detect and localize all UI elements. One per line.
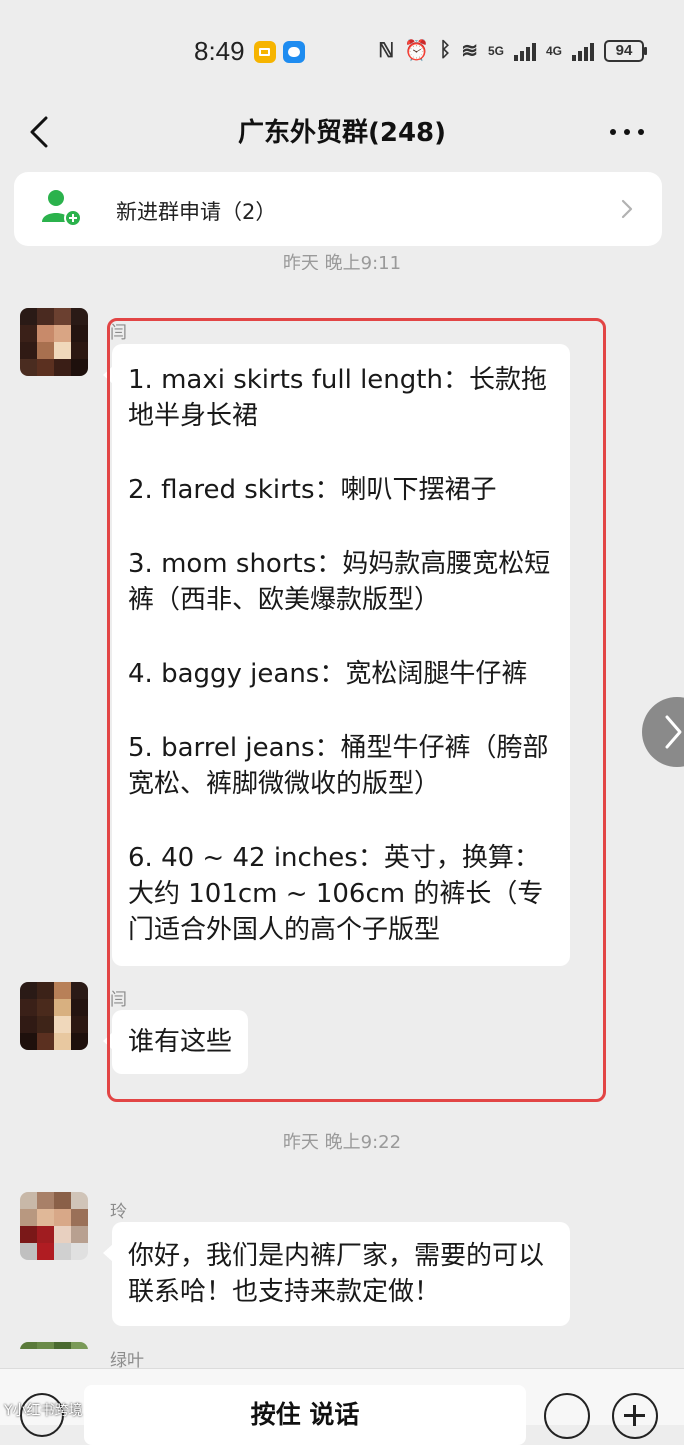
avatar[interactable] (20, 308, 88, 376)
message-text: 你好，我们是内裤厂家，需要的可以联系哈！也支持来款定做！ (128, 1241, 545, 1307)
more-icon[interactable] (610, 120, 644, 144)
message-bubble[interactable]: 你好，我们是内裤厂家，需要的可以联系哈！也支持来款定做！ (103, 1222, 570, 1326)
network-4g-label: 4G (545, 43, 562, 58)
avatar[interactable] (20, 1342, 88, 1368)
emoji-icon[interactable] (544, 1393, 590, 1439)
status-time: 8:49 (194, 36, 245, 66)
join-requests-card[interactable]: 新进群申请（2） (14, 172, 662, 246)
watermark: Y小红书跨境 (4, 1403, 83, 1419)
plus-icon[interactable] (612, 1393, 658, 1439)
chat-title: 广东外贸群(248) (237, 118, 447, 148)
status-bar: 8:49 ℕ ⏰ ᛒ ≋ 5G 4G 94 (0, 0, 684, 100)
signal-4g-icon (572, 41, 594, 61)
signal-5g-icon (513, 41, 536, 61)
highlight-annotation (107, 318, 606, 1102)
join-requests-label: 新进群申请（2） (116, 200, 277, 224)
chevron-right-icon (621, 199, 633, 219)
timestamp-separator: 昨天 晚上9:11 (282, 253, 402, 270)
input-bar: 按住 说话 (0, 1368, 684, 1445)
alarm-icon: ⏰ (404, 40, 430, 62)
system-icons: ℕ ⏰ ᛒ ≋ 5G 4G 94 (378, 38, 647, 63)
chevron-right-icon (665, 715, 682, 749)
sender-name: 玲 (110, 1202, 127, 1222)
hold-to-talk-button[interactable]: 按住 说话 (84, 1385, 526, 1445)
nfc-icon: ℕ (378, 40, 395, 62)
bluetooth-icon: ᛒ (439, 39, 452, 61)
timestamp-separator: 昨天 晚上9:22 (282, 1132, 402, 1153)
avatar[interactable] (20, 1192, 88, 1260)
side-nav-button[interactable] (642, 697, 684, 767)
battery-icon: 94 (604, 39, 647, 62)
wifi-icon: ≋ (461, 40, 478, 62)
avatar[interactable] (20, 982, 88, 1050)
weather-notification-icon (283, 41, 305, 63)
network-5g-label: 5G (487, 43, 504, 58)
add-user-icon (42, 190, 82, 227)
mail-notification-icon (254, 41, 276, 63)
chat-header: 广东外贸群(248) (0, 100, 684, 164)
